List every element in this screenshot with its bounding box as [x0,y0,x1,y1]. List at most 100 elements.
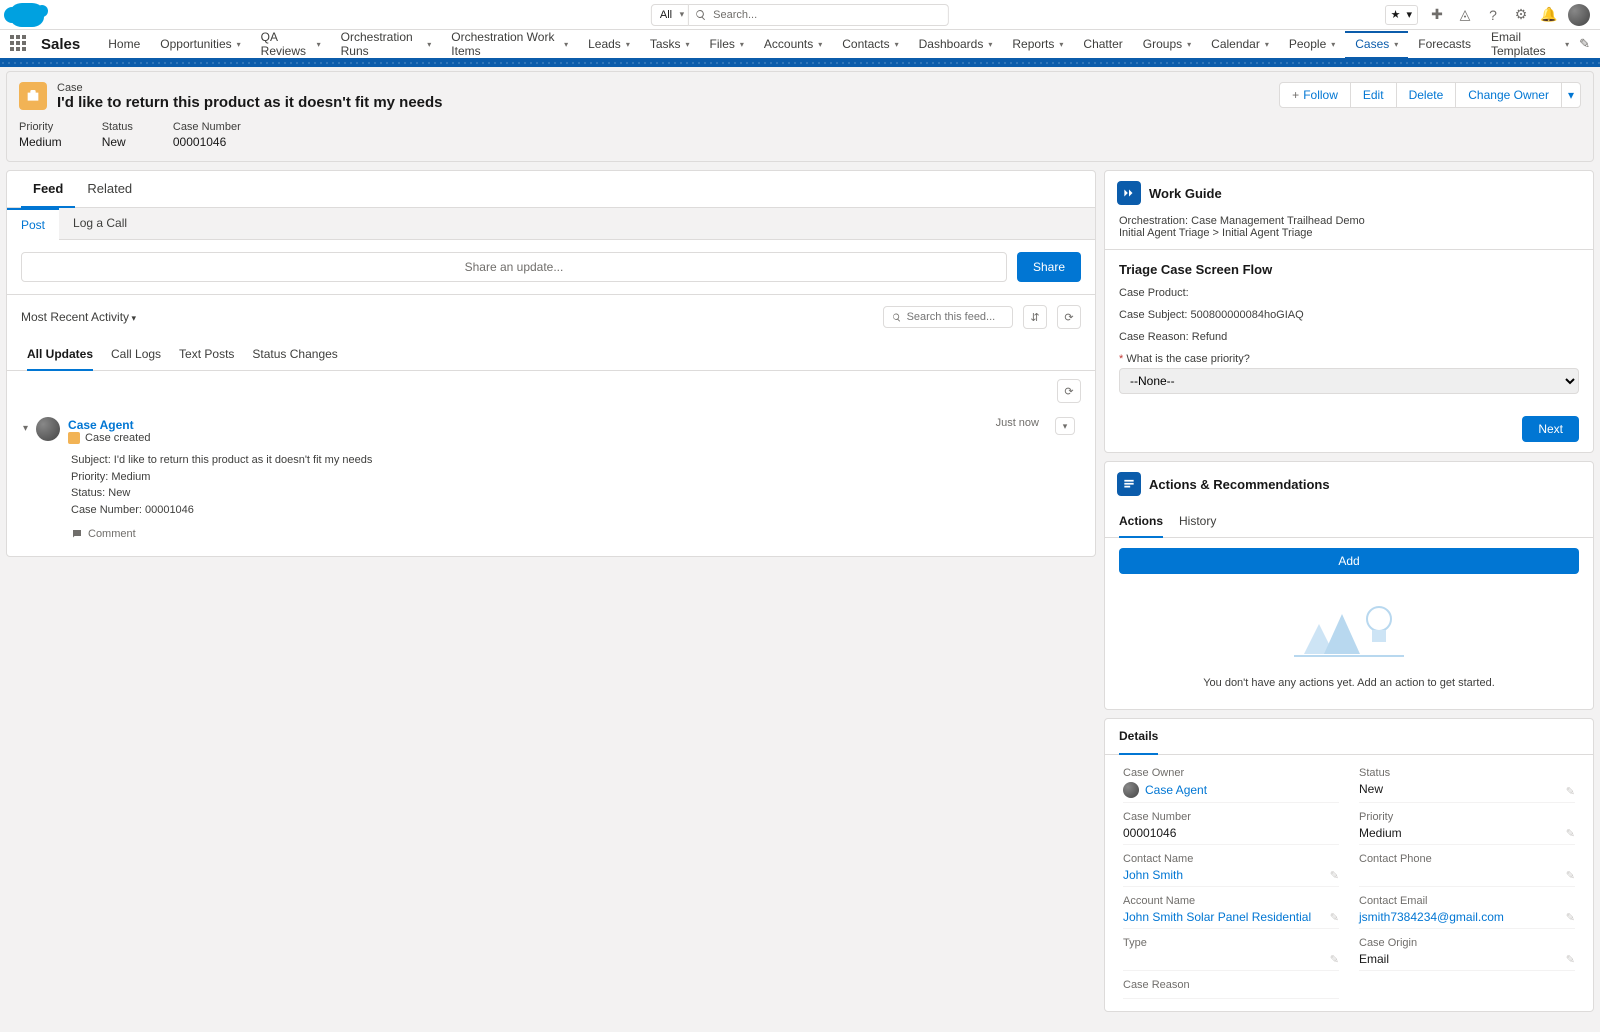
add-action-button[interactable]: Add [1119,548,1579,574]
feed-event-label: Case created [85,432,150,444]
follow-button[interactable]: +Follow [1279,82,1351,108]
feed-search-field[interactable] [907,311,1004,323]
nav-item-leads[interactable]: Leads▾ [578,30,640,58]
details-tabs: Details [1105,719,1593,755]
actions-rec-title: Actions & Recommendations [1149,477,1330,492]
filter-status-changes[interactable]: Status Changes [252,339,337,370]
composer-tab-post[interactable]: Post [7,208,59,240]
nav-item-orchestration-runs[interactable]: Orchestration Runs▾ [331,30,442,58]
detail-field: PriorityMedium✎ [1359,811,1575,845]
edit-field-pencil-icon[interactable]: ✎ [1330,953,1339,966]
empty-state-text: You don't have any actions yet. Add an a… [1119,677,1579,689]
nav-item-cases[interactable]: Cases▾ [1345,31,1408,59]
notifications-bell-icon[interactable]: 🔔 [1540,6,1558,24]
salesforce-logo-icon[interactable] [10,3,44,27]
feed-search-input[interactable] [883,306,1013,328]
detail-field: Contact NameJohn Smith✎ [1123,853,1339,887]
wg-next-button[interactable]: Next [1522,416,1579,442]
detail-field: Contact Emailjsmith7384234@gmail.com✎ [1359,895,1575,929]
feed-refresh-icon[interactable]: ⟳ [1057,379,1081,403]
case-mini-icon [68,432,80,444]
detail-field: Case Number00001046 [1123,811,1339,845]
guidance-center-icon[interactable]: ◬ [1456,6,1474,24]
nav-item-qa-reviews[interactable]: QA Reviews▾ [251,30,331,58]
wg-case-reason: Case Reason: Refund [1119,331,1579,343]
setup-gear-icon[interactable]: ⚙ [1512,6,1530,24]
edit-field-pencil-icon[interactable]: ✎ [1566,827,1575,840]
edit-field-pencil-icon[interactable]: ✎ [1566,953,1575,966]
edit-field-pencil-icon[interactable]: ✎ [1566,911,1575,924]
edit-nav-pencil-icon[interactable]: ✎ [1579,36,1590,52]
feed-item-menu[interactable]: ▾ [1055,417,1075,435]
edit-field-pencil-icon[interactable]: ✎ [1330,911,1339,924]
feed-sort-picker[interactable]: Most Recent Activity [21,310,136,324]
user-avatar[interactable] [1568,4,1590,26]
search-scope-picker[interactable]: All [651,4,689,26]
record-title: I'd like to return this product as it do… [57,94,443,111]
work-guide-card: Work Guide Orchestration: Case Managemen… [1104,170,1594,453]
tab-details[interactable]: Details [1119,719,1158,755]
nav-item-home[interactable]: Home [98,30,150,58]
nav-item-tasks[interactable]: Tasks▾ [640,30,700,58]
search-input[interactable]: Search... [689,4,949,26]
nav-item-email-templates[interactable]: Email Templates▾ [1481,30,1579,58]
nav-items: HomeOpportunities▾QA Reviews▾Orchestrati… [98,30,1579,58]
nav-item-files[interactable]: Files▾ [700,30,754,58]
share-update-input[interactable]: Share an update... [21,252,1007,282]
composer-tab-log-a-call[interactable]: Log a Call [59,208,141,239]
work-guide-icon [1117,181,1141,205]
delete-button[interactable]: Delete [1397,82,1457,108]
feed-item: ▾ Case Agent Case created Just now ▾ Sub… [7,411,1095,556]
detail-field: Type✎ [1123,937,1339,971]
refresh-icon[interactable]: ⟳ [1057,305,1081,329]
nav-item-chatter[interactable]: Chatter [1073,30,1132,58]
ar-tab-history[interactable]: History [1179,506,1216,537]
feed-toolbar: Most Recent Activity ⇵ ⟳ [7,295,1095,339]
tab-feed[interactable]: Feed [21,171,75,208]
nav-item-accounts[interactable]: Accounts▾ [754,30,832,58]
search-placeholder: Search... [713,9,757,21]
nav-item-groups[interactable]: Groups▾ [1133,30,1201,58]
app-nav-bar: Sales HomeOpportunities▾QA Reviews▾Orche… [0,30,1600,60]
nav-item-forecasts[interactable]: Forecasts [1408,30,1481,58]
author-avatar[interactable] [36,417,60,441]
actions-rec-icon [1117,472,1141,496]
help-icon[interactable]: ? [1484,6,1502,24]
search-icon [695,9,707,21]
feed-author-link[interactable]: Case Agent [68,418,134,432]
edit-field-pencil-icon[interactable]: ✎ [1566,869,1575,882]
nav-item-people[interactable]: People▾ [1279,30,1345,58]
nav-item-opportunities[interactable]: Opportunities▾ [150,30,250,58]
context-bar-decoration [0,60,1600,67]
share-button[interactable]: Share [1017,252,1081,282]
filter-text-posts[interactable]: Text Posts [179,339,234,370]
collapse-chevron-icon[interactable]: ▾ [23,423,28,434]
highlight-fields: PriorityMediumStatusNewCase Number000010… [19,121,1581,149]
highlight-field: StatusNew [102,121,133,149]
nav-item-reports[interactable]: Reports▾ [1002,30,1073,58]
nav-item-dashboards[interactable]: Dashboards▾ [909,30,1003,58]
tab-related[interactable]: Related [75,171,144,207]
filter-all-updates[interactable]: All Updates [27,339,93,371]
edit-field-pencil-icon[interactable]: ✎ [1566,785,1575,798]
detail-field: Account NameJohn Smith Solar Panel Resid… [1123,895,1339,929]
composer-tabs: Post Log a Call [7,208,1095,240]
favorites-button[interactable]: ★▾ [1385,5,1418,25]
detail-field: StatusNew✎ [1359,767,1575,803]
filter-call-logs[interactable]: Call Logs [111,339,161,370]
nav-item-orchestration-work-items[interactable]: Orchestration Work Items▾ [441,30,578,58]
more-actions-button[interactable]: ▾ [1562,82,1581,108]
feed-comment-action[interactable]: Comment [71,528,1075,540]
global-actions-icon[interactable]: ✚ [1428,6,1446,24]
edit-button[interactable]: Edit [1351,82,1397,108]
details-grid: Case OwnerCase AgentStatusNew✎Case Numbe… [1105,755,1593,1011]
edit-field-pencil-icon[interactable]: ✎ [1330,869,1339,882]
object-label: Case [57,82,443,94]
nav-item-calendar[interactable]: Calendar▾ [1201,30,1279,58]
change-owner-button[interactable]: Change Owner [1456,82,1562,108]
wg-priority-select[interactable]: --None-- [1119,368,1579,394]
nav-item-contacts[interactable]: Contacts▾ [832,30,908,58]
ar-tab-actions[interactable]: Actions [1119,506,1163,538]
expand-collapse-icon[interactable]: ⇵ [1023,305,1047,329]
app-launcher-icon[interactable] [10,35,27,53]
